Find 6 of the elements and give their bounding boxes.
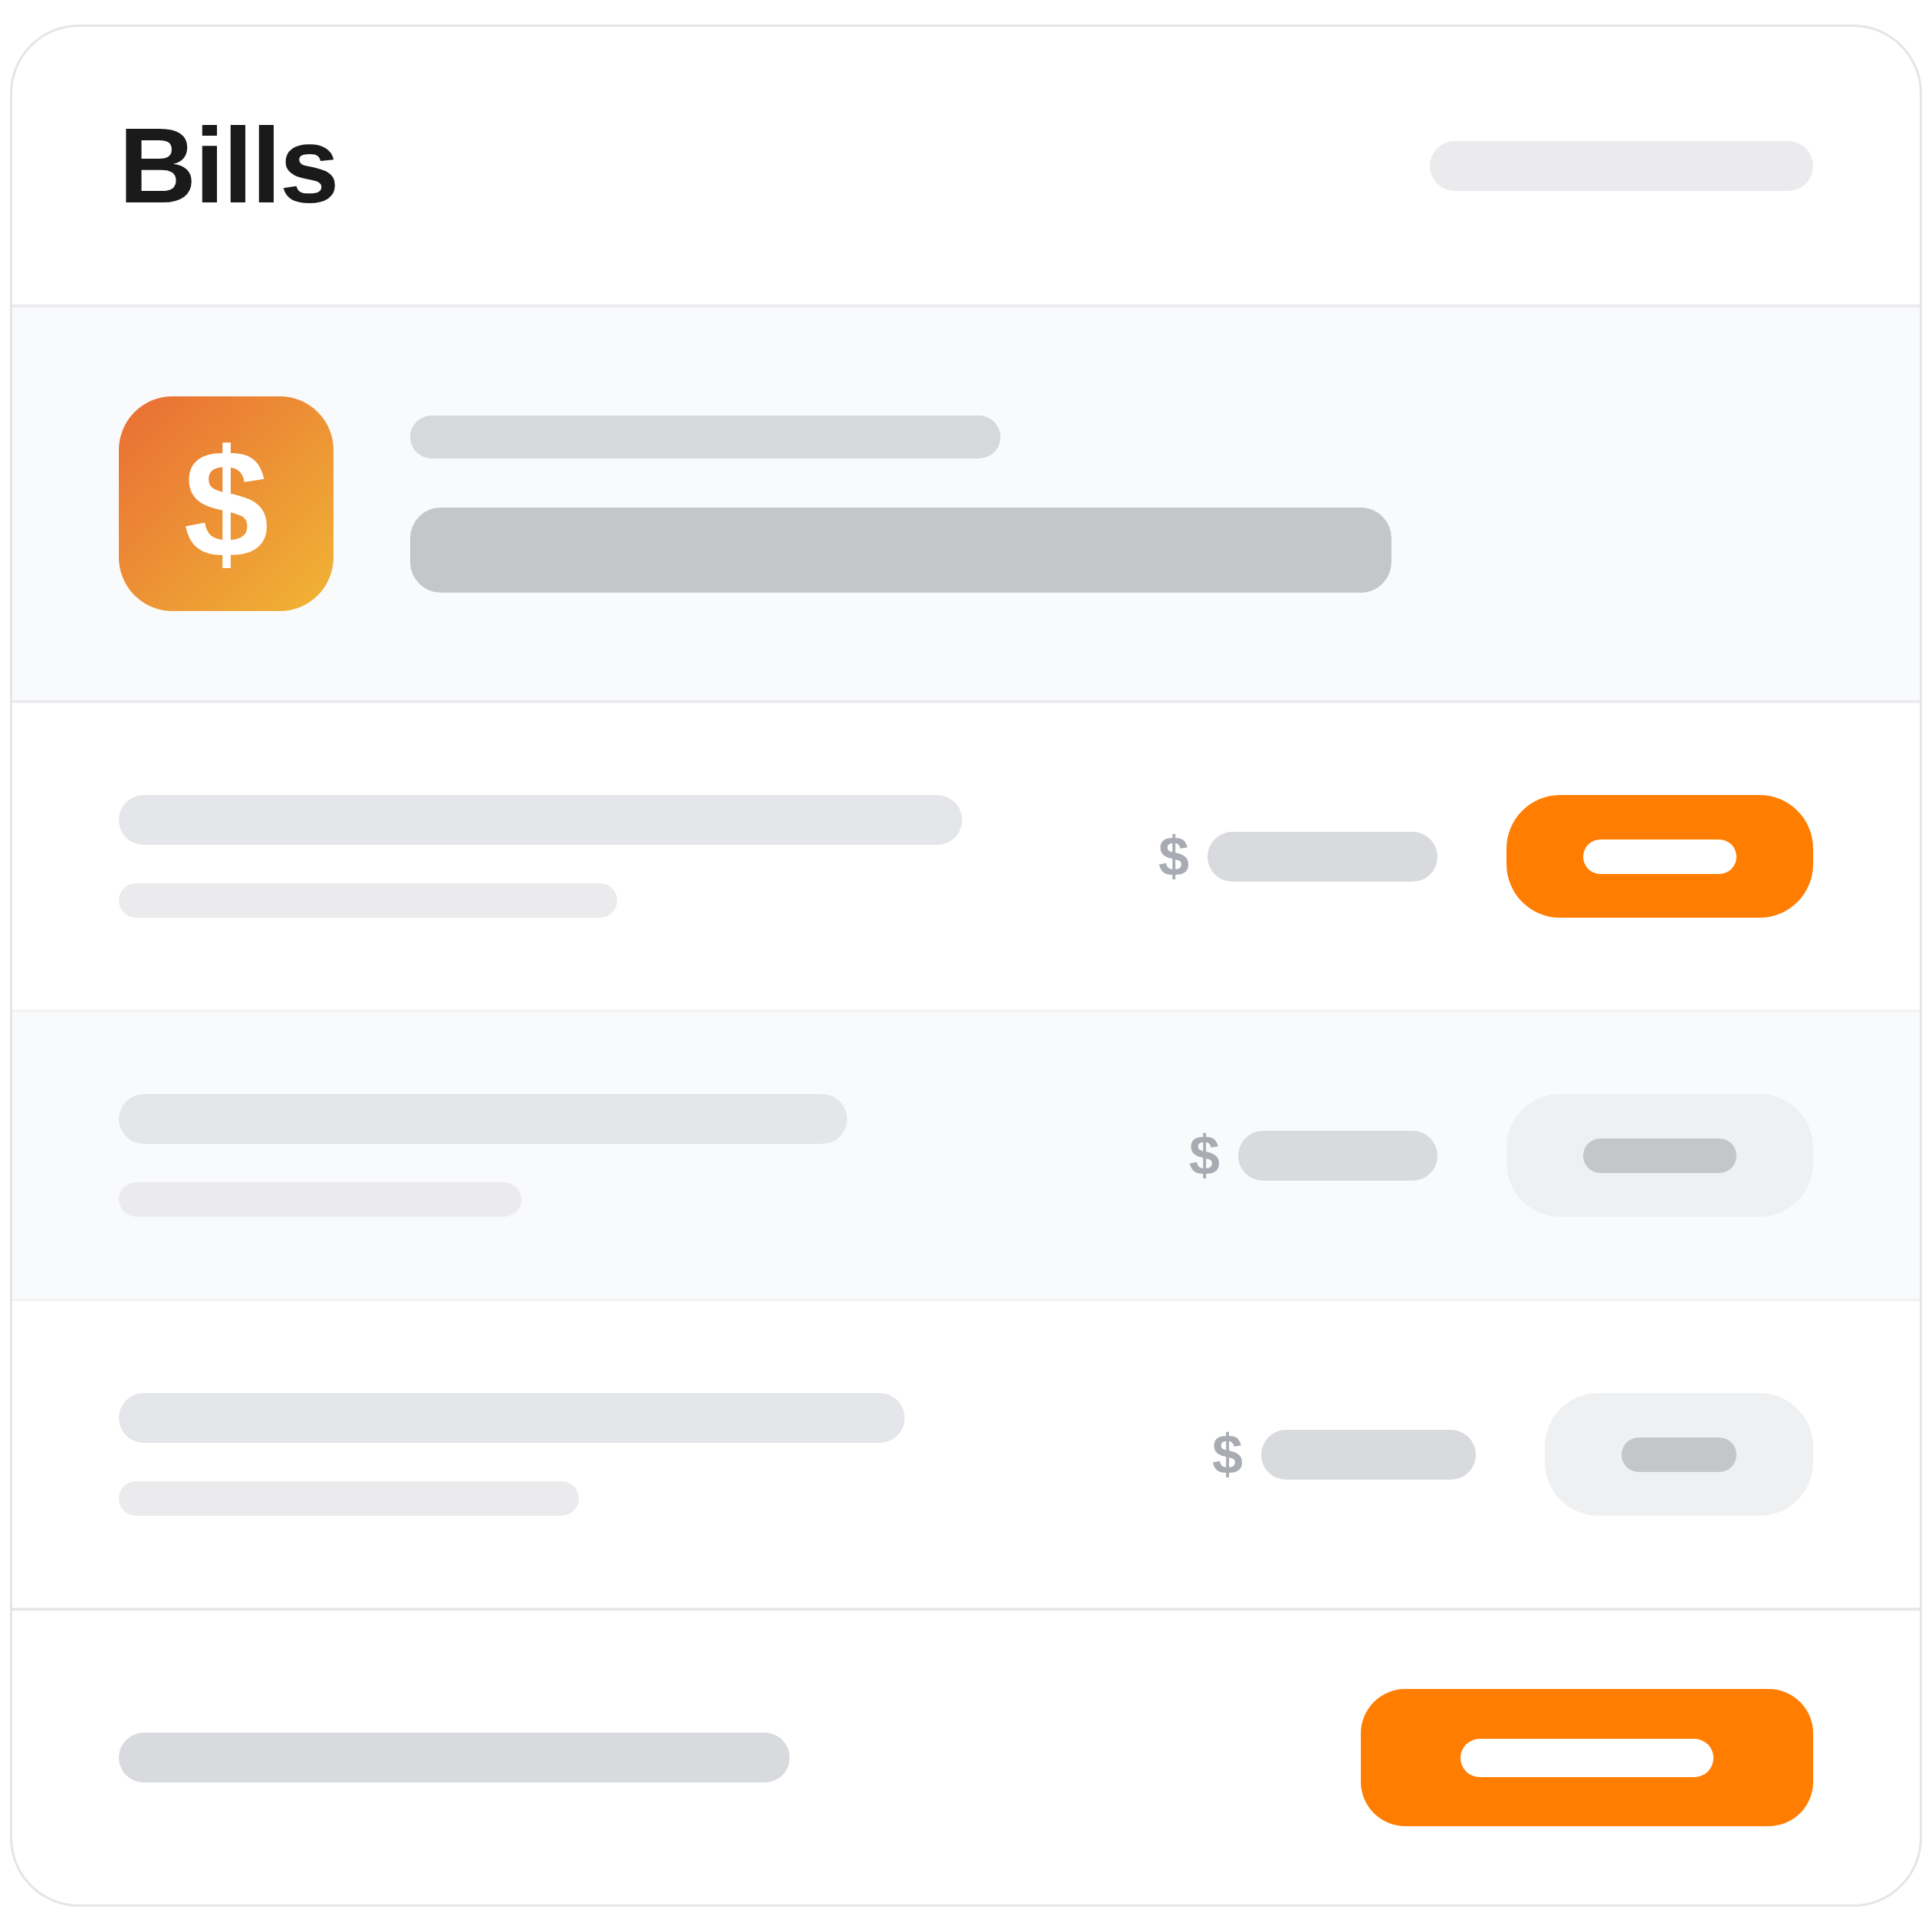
primary-button[interactable] (1361, 1689, 1813, 1826)
currency-symbol: $ (1211, 1423, 1243, 1486)
currency-symbol: $ (1188, 1124, 1220, 1187)
currency-symbol: $ (1158, 825, 1189, 888)
page-title: Bills (119, 104, 338, 227)
dollar-icon: $ (119, 396, 334, 611)
